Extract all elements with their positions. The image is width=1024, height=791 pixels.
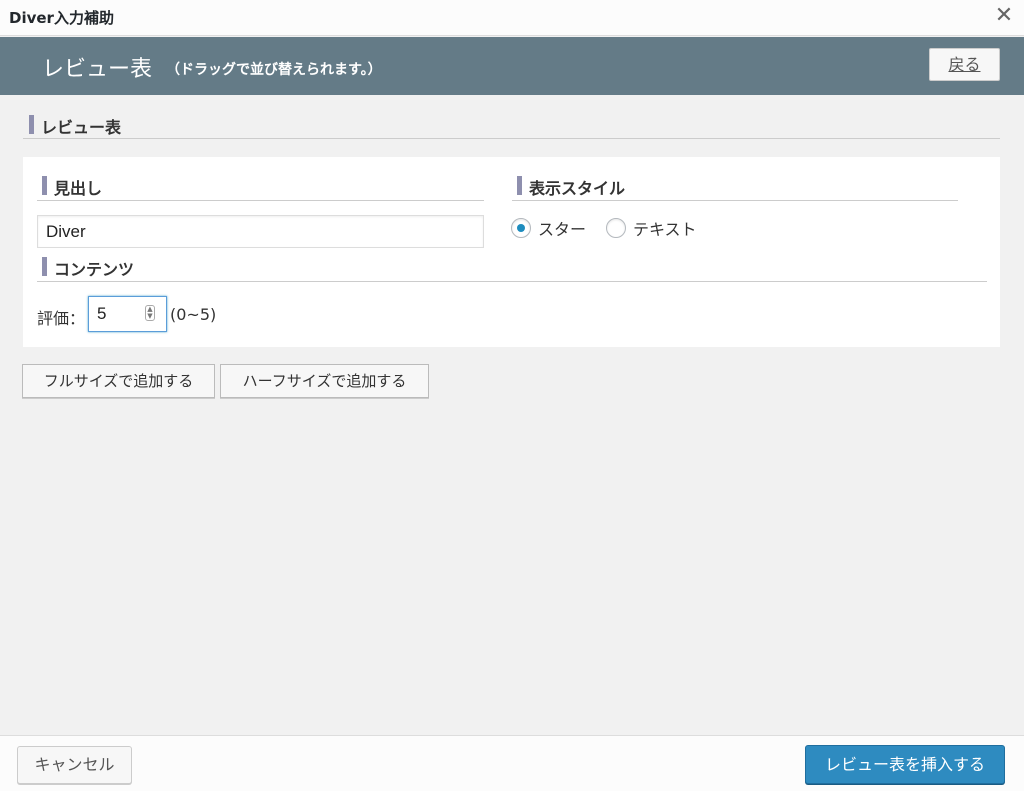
section-divider [23, 138, 1000, 139]
back-button[interactable]: 戻る [929, 48, 1000, 81]
radio-text-label: テキスト [633, 220, 697, 239]
rating-range-note: (0~5) [170, 305, 217, 324]
heading-field-label: 見出し [42, 175, 102, 199]
radio-star-indicator[interactable] [511, 218, 531, 238]
display-style-label: 表示スタイル [517, 175, 625, 199]
close-icon[interactable]: ✕ [992, 4, 1016, 28]
window-title: Diver入力補助 [9, 9, 114, 27]
window-titlebar: Diver入力補助 ✕ [0, 0, 1024, 36]
add-half-size-button[interactable]: ハーフサイズで追加する [220, 364, 429, 398]
content-divider [37, 281, 987, 282]
heading-divider [37, 200, 484, 201]
rating-input[interactable]: 5 [88, 296, 167, 332]
radio-star[interactable]: スター [511, 217, 586, 239]
header-note: （ドラッグで並び替えられます。） [166, 62, 382, 78]
content-label: コンテンツ [42, 256, 134, 280]
cancel-button[interactable]: キャンセル [17, 746, 132, 784]
radio-text-indicator[interactable] [606, 218, 626, 238]
add-full-size-button[interactable]: フルサイズで追加する [22, 364, 215, 398]
spinner-icon[interactable]: ▲ ▼ [145, 305, 155, 321]
editor-header: レビュー表 （ドラッグで並び替えられます。） [0, 37, 1024, 95]
display-style-divider [512, 200, 958, 201]
rating-label: 評価： [37, 309, 86, 328]
insert-review-button[interactable]: レビュー表を挿入する [805, 745, 1005, 784]
heading-input[interactable]: Diver [37, 215, 484, 248]
header-title: レビュー表 [42, 57, 153, 82]
radio-text[interactable]: テキスト [606, 217, 697, 239]
radio-star-label: スター [538, 220, 587, 239]
section-heading: レビュー表 [29, 114, 121, 138]
